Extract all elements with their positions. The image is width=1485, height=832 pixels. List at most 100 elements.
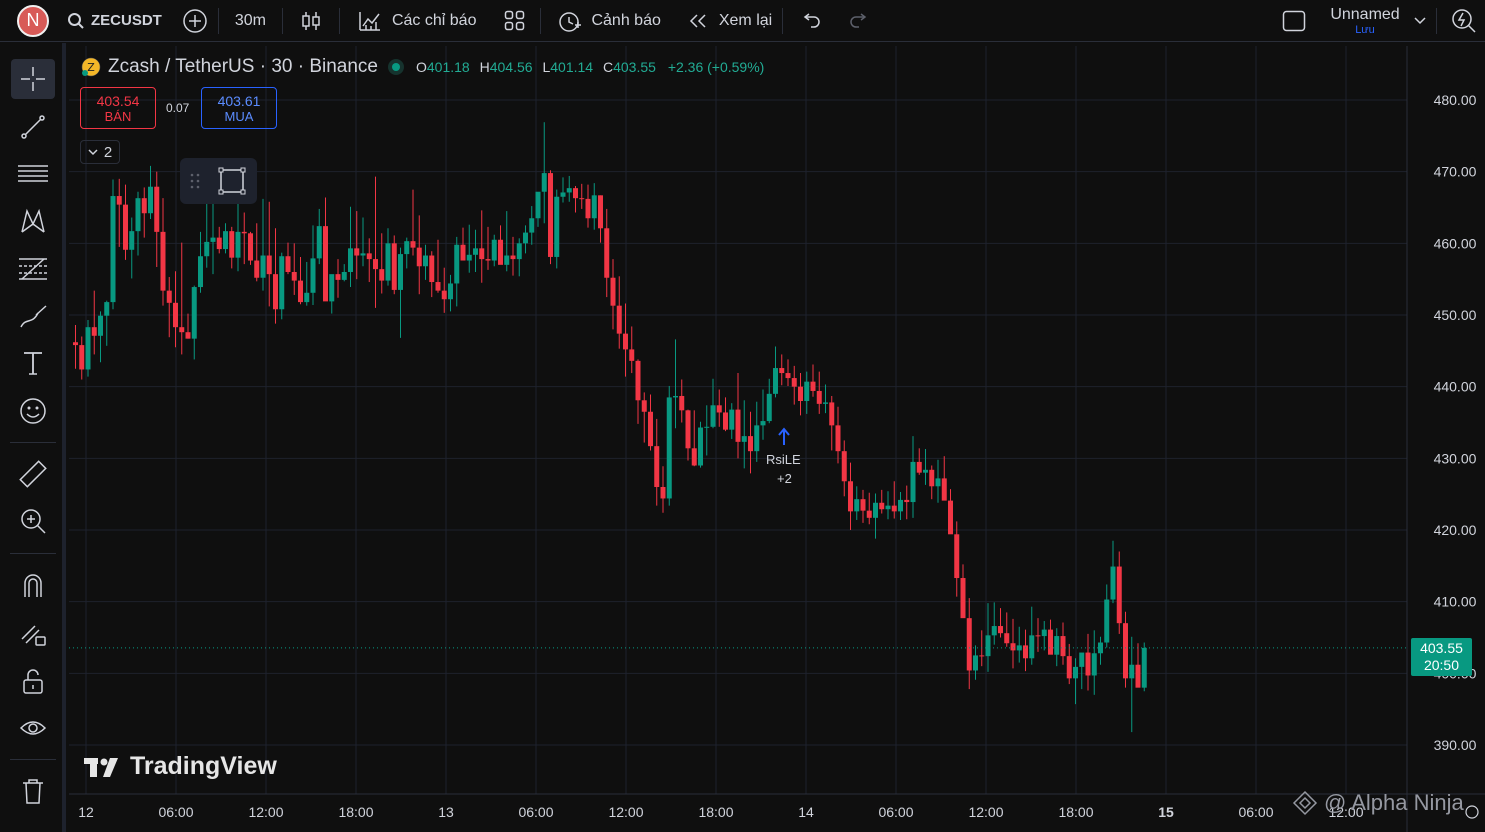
candle-body bbox=[198, 256, 203, 288]
candle-body bbox=[366, 253, 372, 260]
candle-body bbox=[460, 244, 466, 261]
chart-type-button[interactable] bbox=[283, 0, 339, 42]
close-value: 403.55 bbox=[613, 59, 656, 75]
candle-body bbox=[598, 195, 603, 229]
drag-handle-icon[interactable] bbox=[189, 171, 201, 191]
candle-body bbox=[954, 534, 960, 579]
candle-body bbox=[848, 481, 853, 512]
floating-drawing-toolbar[interactable] bbox=[180, 158, 257, 204]
signal-count: +2 bbox=[777, 471, 792, 486]
open-value: 401.18 bbox=[426, 59, 470, 75]
zoom-tool[interactable] bbox=[11, 501, 55, 541]
buy-button[interactable]: 403.61 MUA bbox=[201, 87, 277, 129]
redo-icon bbox=[850, 12, 867, 28]
alerts-button[interactable]: Cảnh báo bbox=[541, 0, 672, 42]
candle-body bbox=[1123, 623, 1128, 679]
tradingview-logo-icon bbox=[84, 757, 118, 777]
candlestick-icon bbox=[302, 11, 320, 30]
brush-tool[interactable] bbox=[11, 297, 55, 337]
rewind-icon bbox=[689, 13, 706, 28]
layout-name-button[interactable]: Unnamed Lưu bbox=[1320, 0, 1410, 42]
indicators-button[interactable]: Các chỉ báo bbox=[340, 0, 491, 42]
crosshair-tool[interactable] bbox=[11, 59, 55, 99]
sell-button[interactable]: 403.54 BÁN bbox=[80, 87, 156, 129]
candle-body bbox=[560, 192, 566, 197]
hide-drawings-tool[interactable] bbox=[11, 708, 55, 748]
compare-symbol-button[interactable] bbox=[172, 0, 218, 42]
interval-button[interactable]: 30m bbox=[219, 0, 282, 42]
unlock-icon bbox=[23, 669, 43, 694]
pattern-tool[interactable] bbox=[11, 201, 55, 241]
market-status-dot bbox=[392, 63, 400, 71]
undo-button[interactable] bbox=[783, 0, 835, 42]
symbol-title[interactable]: Zcash / TetherUS · 30 · Binance bbox=[108, 56, 378, 78]
symbol-search-button[interactable]: ZECUSDT bbox=[67, 0, 172, 42]
candle-body bbox=[698, 427, 703, 466]
candle-body bbox=[623, 333, 628, 350]
layout-grid-button[interactable] bbox=[490, 0, 540, 42]
replay-button[interactable]: Xem lại bbox=[673, 0, 782, 42]
lock-drawing-tool[interactable] bbox=[11, 613, 55, 653]
candle-body bbox=[1135, 664, 1141, 688]
indicators-toggle[interactable]: 2 bbox=[80, 140, 120, 164]
candle-body bbox=[991, 626, 997, 636]
candle-body bbox=[891, 505, 897, 512]
candle-body bbox=[910, 461, 916, 503]
remove-drawings-tool[interactable] bbox=[11, 771, 55, 811]
candle-body bbox=[523, 232, 528, 244]
tradingview-logo[interactable]: TradingView bbox=[84, 752, 277, 781]
candle-body bbox=[116, 196, 122, 205]
candle-body bbox=[360, 253, 366, 256]
quick-search-button[interactable] bbox=[1437, 0, 1485, 42]
trend-line-tool[interactable] bbox=[11, 107, 55, 147]
time-tick-label: 18:00 bbox=[1058, 804, 1093, 820]
text-tool[interactable] bbox=[11, 343, 55, 383]
last-price-label: 403.55 20:50 bbox=[1411, 638, 1472, 676]
candle-body bbox=[404, 241, 410, 255]
user-avatar[interactable]: N bbox=[17, 4, 49, 37]
candle-body bbox=[766, 393, 772, 422]
candle-body bbox=[785, 373, 791, 379]
sell-price: 403.54 bbox=[96, 92, 140, 109]
lock-all-tool[interactable] bbox=[11, 661, 55, 701]
candle-body bbox=[916, 461, 922, 473]
rectangle-tool-icon[interactable] bbox=[217, 166, 247, 196]
candle-body bbox=[779, 368, 785, 374]
candle-body bbox=[854, 499, 860, 512]
candle-body bbox=[748, 436, 753, 452]
emoji-tool[interactable] bbox=[11, 391, 55, 431]
candle-body bbox=[229, 231, 235, 258]
candle-body bbox=[923, 469, 928, 473]
crosshair-icon bbox=[21, 67, 45, 91]
candle-body bbox=[354, 248, 360, 256]
candle-body bbox=[285, 256, 291, 272]
candle-body bbox=[260, 255, 266, 278]
zoom-in-icon bbox=[21, 509, 46, 534]
candle-body bbox=[510, 255, 516, 260]
layout-menu-button[interactable] bbox=[1410, 0, 1436, 42]
magnet-tool[interactable] bbox=[11, 565, 55, 605]
candle-body bbox=[248, 233, 253, 261]
candle-body bbox=[791, 378, 797, 387]
candle-body bbox=[85, 327, 91, 370]
candle-body bbox=[273, 274, 278, 310]
candle-body bbox=[104, 302, 110, 316]
price-tick-label: 470.00 bbox=[1434, 164, 1477, 180]
candle-body bbox=[454, 244, 460, 284]
chart-legend: Z Zcash / TetherUS · 30 · Binance O401.1… bbox=[80, 56, 764, 78]
candle-body bbox=[179, 327, 185, 333]
redo-button[interactable] bbox=[835, 0, 883, 42]
last-price: 403.55 bbox=[1420, 640, 1463, 656]
measure-tool[interactable] bbox=[11, 454, 55, 494]
fib-retracement-icon bbox=[19, 258, 47, 280]
candle-body bbox=[741, 436, 747, 442]
fullscreen-layout-button[interactable] bbox=[1268, 0, 1320, 42]
candle-body bbox=[1116, 566, 1122, 624]
candle-body bbox=[310, 258, 316, 293]
sidebar-divider bbox=[10, 442, 56, 443]
candle-body bbox=[885, 505, 891, 510]
interval-label: 30m bbox=[234, 11, 266, 29]
horizontal-lines-tool[interactable] bbox=[11, 154, 55, 194]
fib-tool[interactable] bbox=[11, 248, 55, 288]
candle-body bbox=[73, 342, 78, 346]
